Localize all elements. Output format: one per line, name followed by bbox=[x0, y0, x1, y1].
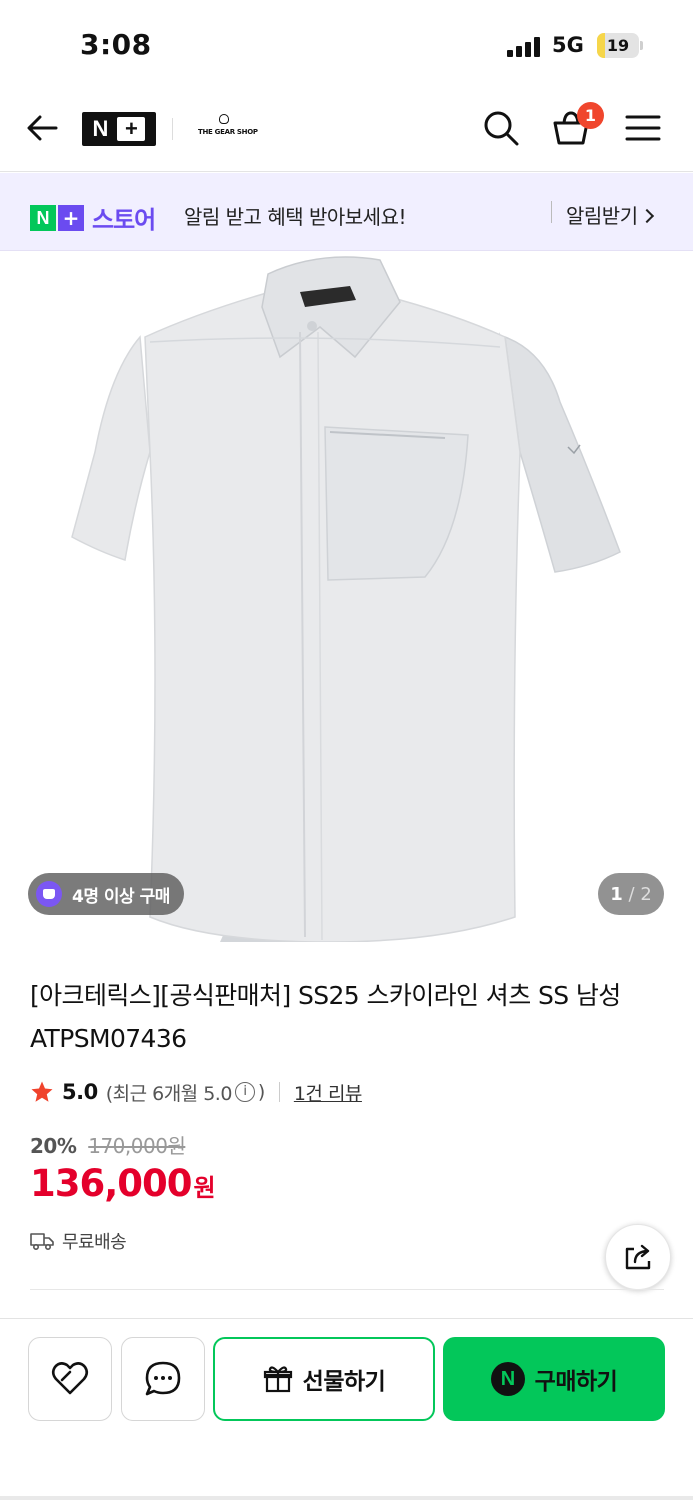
shop-logo-mark bbox=[219, 114, 229, 124]
shirt-product-image bbox=[71, 256, 621, 942]
buyers-badge: 4명 이상 구매 bbox=[28, 873, 184, 915]
sale-price-unit: 원 bbox=[193, 1174, 216, 1202]
naver-plus-logo[interactable]: N + bbox=[82, 112, 156, 146]
product-title: [아크테릭스][공식판매처] SS25 스카이라인 셔츠 SS 남성 ATPSM… bbox=[30, 981, 621, 1053]
logo-n: N bbox=[30, 204, 56, 231]
sale-price: 136,000원 bbox=[30, 1162, 216, 1205]
sale-price-value: 136,000 bbox=[30, 1162, 193, 1205]
chat-button[interactable] bbox=[121, 1337, 205, 1421]
status-time: 3:08 bbox=[80, 28, 152, 61]
menu-button[interactable] bbox=[623, 108, 663, 148]
header-divider bbox=[172, 118, 173, 140]
review-count-link[interactable]: 1건 리뷰 bbox=[294, 1079, 363, 1106]
notice-message: 알림 받고 혜택 받아보세요! bbox=[184, 205, 407, 229]
buyers-badge-label: 4명 이상 구매 bbox=[72, 886, 170, 907]
status-bar: 3:08 5G 19 bbox=[0, 0, 693, 90]
chevron-right-icon bbox=[639, 208, 654, 224]
share-button[interactable] bbox=[605, 1224, 671, 1290]
wishlist-button[interactable] bbox=[28, 1337, 112, 1421]
subscribe-alerts-button[interactable]: 알림받기 bbox=[566, 200, 654, 229]
original-price: 170,000원 bbox=[88, 1134, 186, 1158]
current-page: 1 bbox=[610, 883, 623, 905]
image-page-indicator: 1 / 2 bbox=[598, 873, 664, 915]
logo-plus: + bbox=[58, 204, 84, 231]
back-button[interactable] bbox=[22, 108, 62, 148]
page-separator: / bbox=[628, 883, 635, 905]
shipping-info: 무료배송 bbox=[30, 1228, 127, 1254]
rating-score: 5.0 bbox=[62, 1080, 98, 1104]
battery-level: 19 bbox=[606, 36, 630, 55]
search-button[interactable] bbox=[481, 108, 521, 148]
star-icon bbox=[31, 1081, 53, 1102]
shop-logo[interactable]: THE GEAR SHOP bbox=[198, 114, 258, 144]
rating-recent: (최근 6개월 5.0 bbox=[105, 1082, 233, 1105]
logo-store-text: 스토어 bbox=[92, 206, 156, 234]
search-icon bbox=[484, 111, 519, 146]
shopping-bag-icon bbox=[36, 881, 62, 907]
network-label: 5G bbox=[552, 33, 584, 57]
subscribe-alerts-label: 알림받기 bbox=[566, 204, 638, 228]
rating-divider bbox=[278, 1082, 280, 1102]
home-indicator bbox=[0, 1496, 693, 1500]
section-divider bbox=[30, 1289, 664, 1290]
truck-icon bbox=[30, 1233, 54, 1251]
hamburger-menu-icon bbox=[625, 115, 661, 141]
signal-icon bbox=[507, 37, 543, 57]
product-image-carousel[interactable] bbox=[0, 252, 693, 942]
naver-pay-icon: N bbox=[490, 1362, 525, 1396]
gift-button[interactable]: 선물하기 bbox=[213, 1337, 435, 1421]
heart-icon bbox=[51, 1362, 89, 1395]
battery-icon: 19 bbox=[597, 33, 643, 58]
gift-label: 선물하기 bbox=[302, 1369, 386, 1395]
buy-button[interactable]: N 구매하기 bbox=[443, 1337, 665, 1421]
notice-divider bbox=[551, 201, 552, 223]
total-pages: 2 bbox=[640, 883, 652, 905]
share-icon bbox=[625, 1244, 651, 1270]
info-icon[interactable]: i bbox=[234, 1082, 255, 1102]
gift-icon bbox=[263, 1366, 292, 1393]
rating-row: 5.0 (최근 6개월 5.0 i ) 1건 리뷰 bbox=[30, 1075, 362, 1109]
chat-bubble-icon bbox=[145, 1361, 181, 1396]
buy-label: 구매하기 bbox=[534, 1369, 618, 1395]
cart-count-badge: 1 bbox=[577, 102, 604, 129]
naver-plus-store-logo: N + 스토어 bbox=[30, 200, 156, 235]
rating-recent-close: ) bbox=[257, 1081, 265, 1103]
shipping-label: 무료배송 bbox=[62, 1232, 127, 1253]
arrow-left-icon bbox=[27, 115, 58, 141]
discount-row: 20% 170,000원 bbox=[30, 1130, 186, 1159]
discount-rate: 20% bbox=[30, 1134, 77, 1158]
shop-logo-text: THE GEAR SHOP bbox=[198, 128, 258, 136]
notification-banner: N + 스토어 알림 받고 혜택 받아보세요! 알림받기 bbox=[0, 173, 693, 251]
